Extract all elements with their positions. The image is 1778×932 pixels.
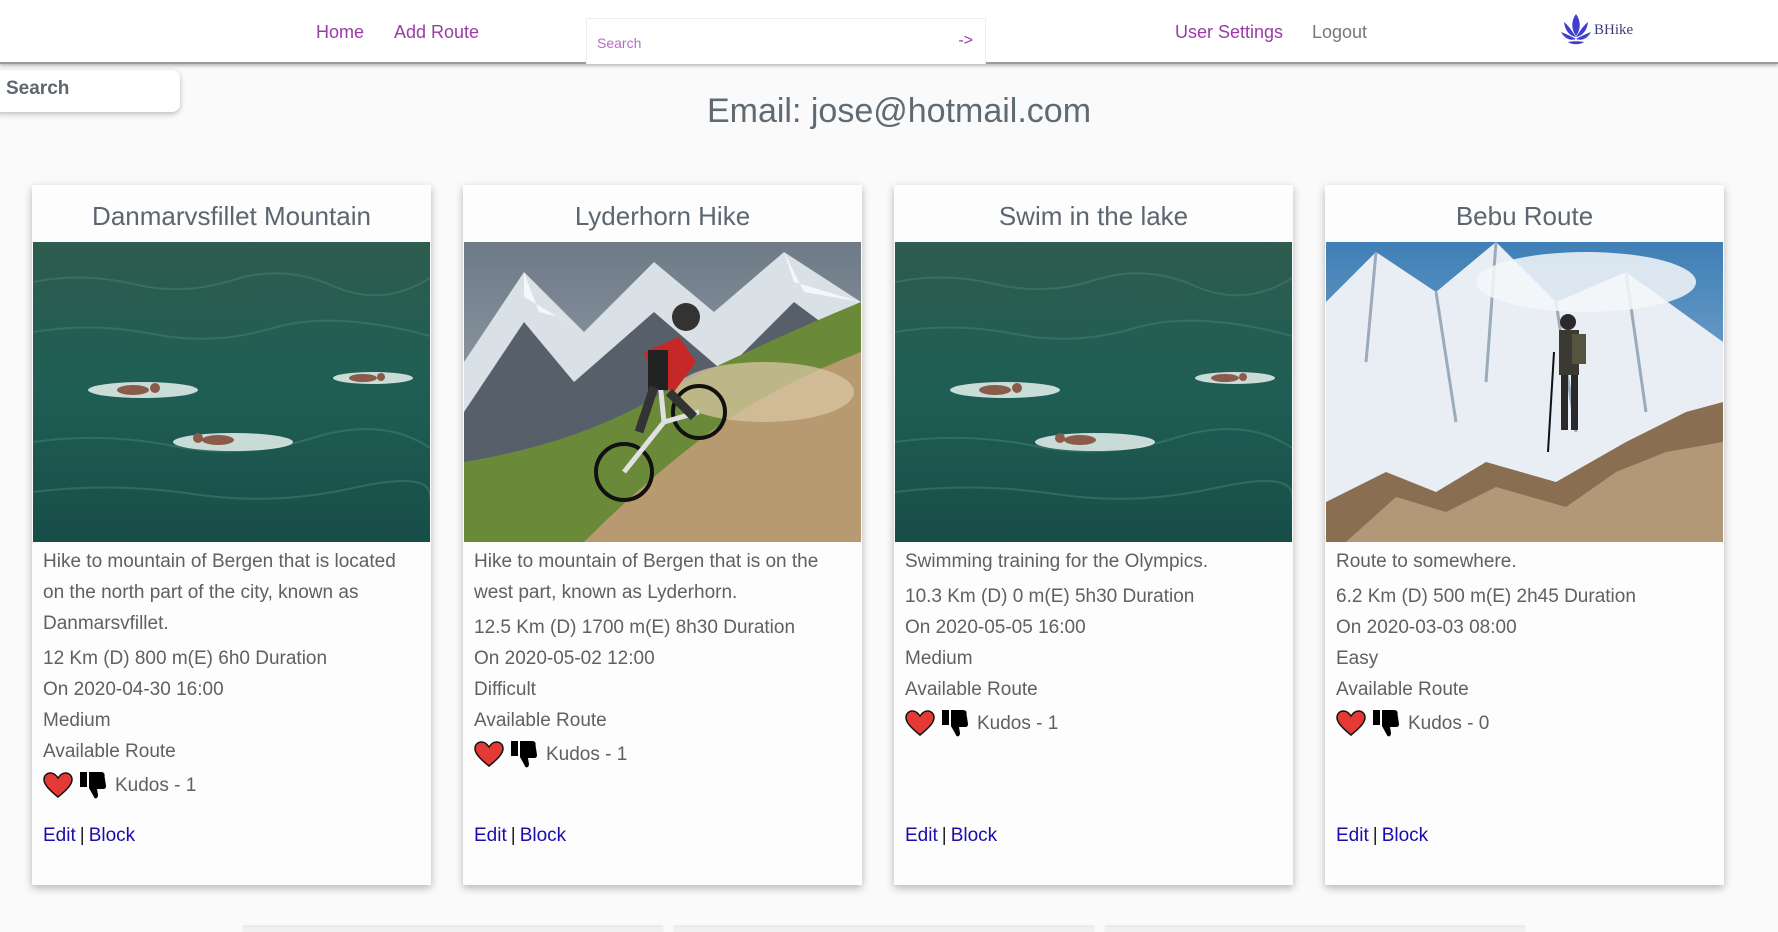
block-link[interactable]: Block bbox=[89, 825, 135, 846]
kudos-count: Kudos - 1 bbox=[977, 712, 1059, 734]
route-card: Bebu Route Route to somewhere. 6.2 Km (D… bbox=[1325, 185, 1724, 885]
route-card-body: Hike to mountain of Bergen that is locat… bbox=[32, 542, 431, 802]
route-card-actions: Edit | Block bbox=[474, 825, 566, 847]
heart-icon[interactable] bbox=[905, 710, 935, 736]
top-navbar: Home Add Route -> User Settings Logout B… bbox=[0, 0, 1778, 64]
route-card-title: Danmarvsfillet Mountain bbox=[92, 201, 371, 231]
route-card: Danmarvsfillet Mountain Hike to mountain… bbox=[32, 185, 431, 885]
brand-name: BHike bbox=[1594, 21, 1634, 38]
kudos-row: Kudos - 1 bbox=[43, 768, 421, 802]
thumbs-down-icon[interactable] bbox=[510, 739, 538, 769]
thumbs-down-icon[interactable] bbox=[79, 770, 107, 800]
edit-link[interactable]: Edit bbox=[474, 825, 507, 846]
route-stats: 10.3 Km (D) 0 m(E) 5h30 Duration bbox=[905, 586, 1195, 607]
route-card-title: Swim in the lake bbox=[998, 201, 1189, 231]
block-link[interactable]: Block bbox=[1382, 825, 1428, 846]
nav-add-route-link[interactable]: Add Route bbox=[394, 22, 479, 43]
route-card-title: Lyderhorn Hike bbox=[574, 201, 751, 231]
block-link[interactable]: Block bbox=[951, 825, 997, 846]
route-card-body: Swimming training for the Olympics. 10.3… bbox=[894, 542, 1293, 740]
route-card-grid: Danmarvsfillet Mountain Hike to mountain… bbox=[32, 185, 1732, 885]
nav-home-link[interactable]: Home bbox=[316, 22, 364, 43]
route-date: On 2020-04-30 16:00 bbox=[43, 679, 224, 700]
next-row-card-edge bbox=[1105, 927, 1525, 932]
route-card-body: Hike to mountain of Bergen that is on th… bbox=[463, 542, 862, 771]
nav-search-box: -> bbox=[586, 18, 986, 64]
actions-separator: | bbox=[79, 825, 85, 846]
lotus-icon bbox=[1561, 14, 1591, 45]
route-image-swimmers[interactable] bbox=[895, 242, 1292, 542]
nav-search-input[interactable] bbox=[597, 31, 927, 55]
route-description: Swimming training for the Olympics. bbox=[905, 551, 1209, 572]
actions-separator: | bbox=[941, 825, 947, 846]
route-card-actions: Edit | Block bbox=[905, 825, 997, 847]
next-row-card-edge bbox=[674, 927, 1094, 932]
route-difficulty: Difficult bbox=[474, 679, 536, 700]
route-date: On 2020-03-03 08:00 bbox=[1336, 617, 1517, 638]
route-image-mountain-biker[interactable] bbox=[464, 242, 861, 542]
next-row-card-edge bbox=[243, 927, 663, 932]
route-description: Route to somewhere. bbox=[1336, 551, 1517, 572]
kudos-row: Kudos - 0 bbox=[1336, 706, 1714, 740]
route-card: Swim in the lake Swimming training for t… bbox=[894, 185, 1293, 885]
heart-icon[interactable] bbox=[43, 772, 73, 798]
nav-logout-link[interactable]: Logout bbox=[1312, 22, 1367, 43]
thumbs-down-icon[interactable] bbox=[941, 708, 969, 738]
route-difficulty: Medium bbox=[43, 710, 111, 731]
route-card-actions: Edit | Block bbox=[43, 825, 135, 847]
edit-link[interactable]: Edit bbox=[905, 825, 938, 846]
route-stats: 12.5 Km (D) 1700 m(E) 8h30 Duration bbox=[474, 617, 796, 638]
route-stats: 12 Km (D) 800 m(E) 6h0 Duration bbox=[43, 648, 328, 669]
route-description: Hike to mountain of Bergen that is locat… bbox=[43, 551, 396, 634]
route-image-hiker[interactable] bbox=[1326, 242, 1723, 542]
route-card: Lyderhorn Hike Hike to mountain of Berge… bbox=[463, 185, 862, 885]
route-date: On 2020-05-05 16:00 bbox=[905, 617, 1086, 638]
heart-icon[interactable] bbox=[474, 741, 504, 767]
route-card-title: Bebu Route bbox=[1455, 201, 1594, 231]
thumbs-down-icon[interactable] bbox=[1372, 708, 1400, 738]
route-difficulty: Medium bbox=[905, 648, 973, 669]
heart-icon[interactable] bbox=[1336, 710, 1366, 736]
route-card-actions: Edit | Block bbox=[1336, 825, 1428, 847]
route-image-swimmers[interactable] bbox=[33, 242, 430, 542]
route-availability: Available Route bbox=[474, 710, 607, 731]
route-availability: Available Route bbox=[905, 679, 1038, 700]
route-availability: Available Route bbox=[1336, 679, 1469, 700]
profile-email-heading: Email: jose@hotmail.com bbox=[706, 92, 1092, 130]
actions-separator: | bbox=[510, 825, 516, 846]
route-description: Hike to mountain of Bergen that is on th… bbox=[474, 551, 819, 603]
kudos-count: Kudos - 1 bbox=[115, 774, 197, 796]
edit-link[interactable]: Edit bbox=[43, 825, 76, 846]
kudos-count: Kudos - 0 bbox=[1408, 712, 1490, 734]
kudos-count: Kudos - 1 bbox=[546, 743, 628, 765]
route-difficulty: Easy bbox=[1336, 648, 1379, 669]
brand-logo[interactable]: BHike bbox=[1560, 12, 1633, 48]
actions-separator: | bbox=[1372, 825, 1378, 846]
route-availability: Available Route bbox=[43, 741, 176, 762]
edit-link[interactable]: Edit bbox=[1336, 825, 1369, 846]
nav-search-submit-button[interactable]: -> bbox=[958, 32, 973, 50]
kudos-row: Kudos - 1 bbox=[905, 706, 1283, 740]
kudos-row: Kudos - 1 bbox=[474, 737, 852, 771]
nav-user-settings-link[interactable]: User Settings bbox=[1175, 22, 1283, 43]
route-card-body: Route to somewhere. 6.2 Km (D) 500 m(E) … bbox=[1325, 542, 1724, 740]
route-stats: 6.2 Km (D) 500 m(E) 2h45 Duration bbox=[1336, 586, 1636, 607]
route-date: On 2020-05-02 12:00 bbox=[474, 648, 655, 669]
block-link[interactable]: Block bbox=[520, 825, 566, 846]
